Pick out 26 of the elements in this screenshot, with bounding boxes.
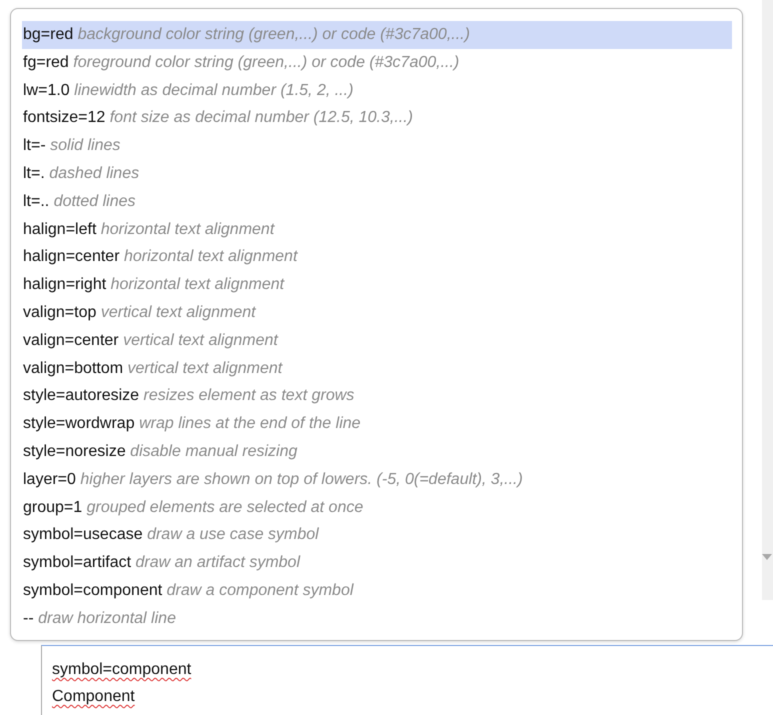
suggestion-item[interactable]: valign=center vertical text alignment <box>22 326 732 355</box>
suggestion-item[interactable]: group=1 grouped elements are selected at once <box>22 494 732 522</box>
suggestion-item[interactable]: fg=red foreground color string (green,...) or code (#3c7a00,...) <box>22 48 732 77</box>
text-editor[interactable]: symbol=component Component <box>41 645 773 715</box>
suggestion-item[interactable]: halign=left horizontal text alignment <box>22 216 732 244</box>
suggestion-item[interactable]: valign=top vertical text alignment <box>22 298 732 327</box>
suggestion-item[interactable]: style=wordwrap wrap lines at the end of the line <box>22 410 732 438</box>
suggestion-item[interactable]: symbol=artifact draw an artifact symbol <box>22 549 732 577</box>
suggestion-item[interactable]: symbol=usecase draw a use case symbol <box>22 521 732 550</box>
suggestion-item[interactable]: lw=1.0 linewidth as decimal number (1.5, 2, ...) <box>22 76 732 104</box>
scroll-down-icon[interactable] <box>762 554 772 560</box>
suggestion-item[interactable]: -- draw horizontal line <box>22 604 732 633</box>
suggestion-item[interactable]: lt=- solid lines <box>22 132 732 160</box>
suggestion-item[interactable]: style=autoresize resizes element as text grows <box>22 382 732 410</box>
suggestion-item[interactable]: halign=center horizontal text alignment <box>22 243 732 272</box>
suggestion-item[interactable]: fontsize=12 font size as decimal number (12.5, 10.3,...) <box>22 104 732 132</box>
editor-line: symbol=component <box>52 660 192 680</box>
suggestion-item[interactable]: valign=bottom vertical text alignment <box>22 354 732 382</box>
suggestion-item[interactable]: symbol=component draw a component symbol <box>22 576 732 605</box>
suggestion-item[interactable]: layer=0 higher layers are shown on top of lowers. (-5, 0(=default), 3,...) <box>22 466 732 494</box>
suggestion-item[interactable]: style=noresize disable manual resizing <box>22 438 732 466</box>
suggestion-item[interactable]: halign=right horizontal text alignment <box>22 271 732 299</box>
suggestion-item[interactable]: bg=red background color string (green,...) or code (#3c7a00,...) <box>22 21 732 49</box>
suggestion-item[interactable]: lt=. dashed lines <box>22 160 732 188</box>
suggestion-item[interactable]: lt=.. dotted lines <box>22 188 732 216</box>
editor-line: Component <box>52 687 135 707</box>
